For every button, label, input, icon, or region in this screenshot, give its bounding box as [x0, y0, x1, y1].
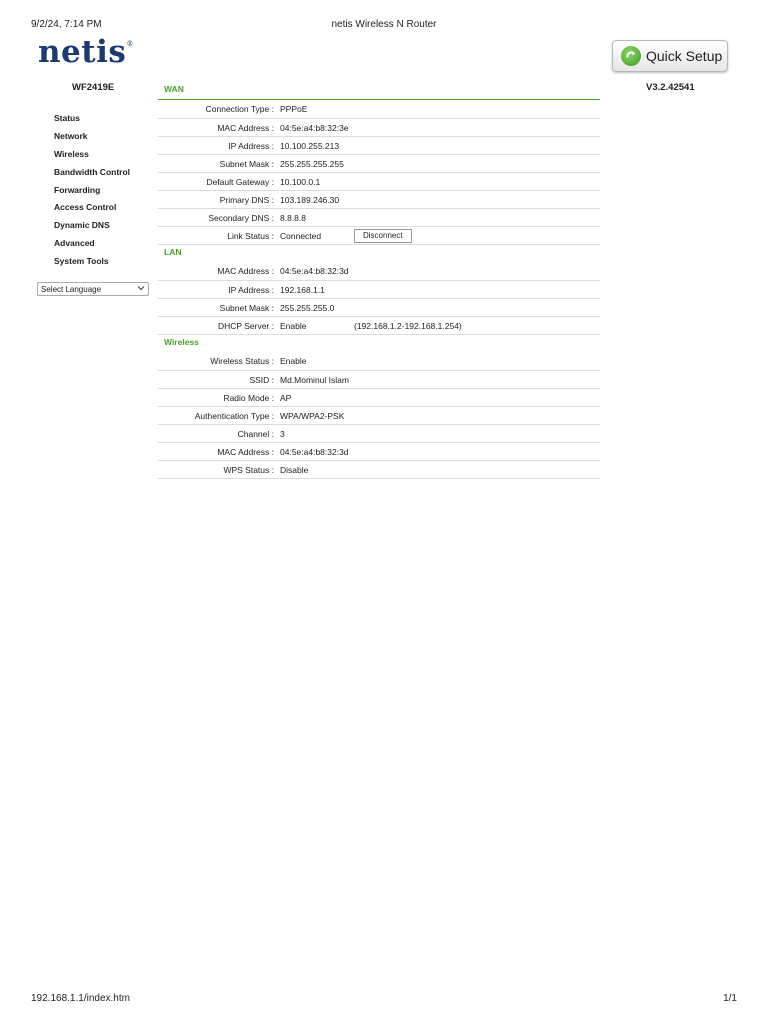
field-label: Channel : — [237, 428, 274, 439]
menu-item-forwarding[interactable]: Forwarding — [54, 184, 154, 202]
quick-setup-button[interactable]: Quick Setup — [612, 40, 728, 72]
table-row: Link Status : Connected Disconnect — [158, 227, 600, 245]
section-title-lan: LAN — [164, 247, 182, 257]
field-value: 255.255.255.255 — [280, 158, 344, 169]
field-value: WPA/WPA2-PSK — [280, 410, 345, 421]
logo-text: netis — [38, 34, 127, 70]
status-panel: WAN Connection Type : PPPoE MAC Address … — [158, 82, 600, 479]
section-title-wan: WAN — [158, 82, 600, 100]
table-row: Authentication Type : WPA/WPA2-PSK — [158, 407, 600, 425]
menu-item-bandwidth-control[interactable]: Bandwidth Control — [54, 166, 154, 184]
field-label: Primary DNS : — [219, 194, 274, 205]
menu-item-advanced[interactable]: Advanced — [54, 237, 154, 255]
model-name: WF2419E — [72, 82, 115, 93]
field-label: MAC Address : — [217, 266, 274, 276]
table-row: Radio Mode : AP — [158, 389, 600, 407]
table-row: WPS Status : Disable — [158, 461, 600, 479]
menu-item-network[interactable]: Network — [54, 130, 154, 148]
section-title-wireless: Wireless — [164, 337, 199, 347]
table-row: Primary DNS : 103.189.246.30 — [158, 191, 600, 209]
field-label: Radio Mode : — [223, 392, 274, 403]
field-label: Subnet Mask : — [219, 302, 274, 313]
chevron-down-icon — [137, 285, 145, 293]
table-row: Wireless Status : Enable — [158, 352, 600, 371]
field-value: 10.100.0.1 — [280, 176, 321, 187]
field-label: SSID : — [249, 374, 274, 385]
dhcp-status-value: Enable — [280, 320, 307, 331]
table-row: MAC Address : 04:5e:a4:b8:32:3e — [158, 119, 600, 137]
link-status-value: Connected — [280, 230, 322, 241]
quick-setup-label: Quick Setup — [646, 48, 723, 64]
table-row: SSID : Md.Mominul Islam — [158, 371, 600, 389]
print-url: 192.168.1.1/index.htm — [31, 993, 130, 1004]
field-label: MAC Address : — [217, 446, 274, 457]
field-value: AP — [280, 392, 292, 403]
table-row: Secondary DNS : 8.8.8.8 — [158, 209, 600, 227]
field-value: 8.8.8.8 — [280, 212, 306, 223]
table-row: Connection Type : PPPoE — [158, 100, 600, 119]
menu-item-wireless[interactable]: Wireless — [54, 148, 154, 166]
table-row: MAC Address : 04:5e:a4:b8:32:3d — [158, 443, 600, 461]
language-select[interactable]: Select Language — [37, 282, 149, 296]
netis-logo[interactable]: netis® — [38, 34, 134, 70]
table-row: MAC Address : 04:5e:a4:b8:32:3d — [158, 262, 600, 281]
field-value: 192.168.1.1 — [280, 284, 325, 295]
field-label: Connection Type : — [205, 104, 274, 114]
field-value: 04:5e:a4:b8:32:3d — [280, 266, 349, 276]
field-label: WPS Status : — [223, 464, 274, 475]
field-label: Subnet Mask : — [219, 158, 274, 169]
table-row: IP Address : 10.100.255.213 — [158, 137, 600, 155]
refresh-arrow-icon — [621, 46, 641, 66]
dhcp-range: (192.168.1.2-192.168.1.254) — [354, 320, 462, 331]
table-row: Default Gateway : 10.100.0.1 — [158, 173, 600, 191]
field-label: IP Address : — [228, 140, 274, 151]
print-page-title: netis Wireless N Router — [331, 19, 437, 30]
firmware-version: V3.2.42541 — [646, 82, 695, 93]
field-label: Wireless Status : — [210, 356, 274, 366]
field-label: DHCP Server : — [217, 320, 274, 331]
table-row: Channel : 3 — [158, 425, 600, 443]
field-label: Link Status : — [227, 230, 274, 241]
menu-item-system-tools[interactable]: System Tools — [54, 255, 154, 273]
logo-registered-mark: ® — [126, 40, 134, 48]
field-value: 04:5e:a4:b8:32:3d — [280, 446, 349, 457]
menu-item-dynamic-dns[interactable]: Dynamic DNS — [54, 219, 154, 237]
menu-item-status[interactable]: Status — [54, 112, 154, 130]
table-row: Subnet Mask : 255.255.255.255 — [158, 155, 600, 173]
field-label: Authentication Type : — [194, 410, 274, 421]
field-value: Disable — [280, 464, 309, 475]
field-label: IP Address : — [228, 284, 274, 295]
side-menu: Status Network Wireless Bandwidth Contro… — [54, 112, 154, 273]
disconnect-button[interactable]: Disconnect — [354, 228, 412, 243]
field-value: 10.100.255.213 — [280, 140, 340, 151]
field-label: Default Gateway : — [206, 176, 274, 187]
field-value: 3 — [280, 428, 285, 439]
field-label: MAC Address : — [217, 122, 274, 133]
field-value: Md.Mominul Islam — [280, 374, 349, 385]
field-value: 255.255.255.0 — [280, 302, 335, 313]
menu-item-access-control[interactable]: Access Control — [54, 201, 154, 219]
print-page-number: 1/1 — [723, 993, 737, 1004]
table-row: DHCP Server : Enable (192.168.1.2-192.16… — [158, 317, 600, 335]
field-value: 04:5e:a4:b8:32:3e — [280, 122, 349, 133]
table-row: IP Address : 192.168.1.1 — [158, 281, 600, 299]
field-value: Enable — [280, 356, 307, 366]
field-label: Secondary DNS : — [208, 212, 274, 223]
language-select-value: Select Language — [41, 284, 102, 294]
table-row: Subnet Mask : 255.255.255.0 — [158, 299, 600, 317]
field-value: 103.189.246.30 — [280, 194, 340, 205]
field-value: PPPoE — [280, 104, 308, 114]
